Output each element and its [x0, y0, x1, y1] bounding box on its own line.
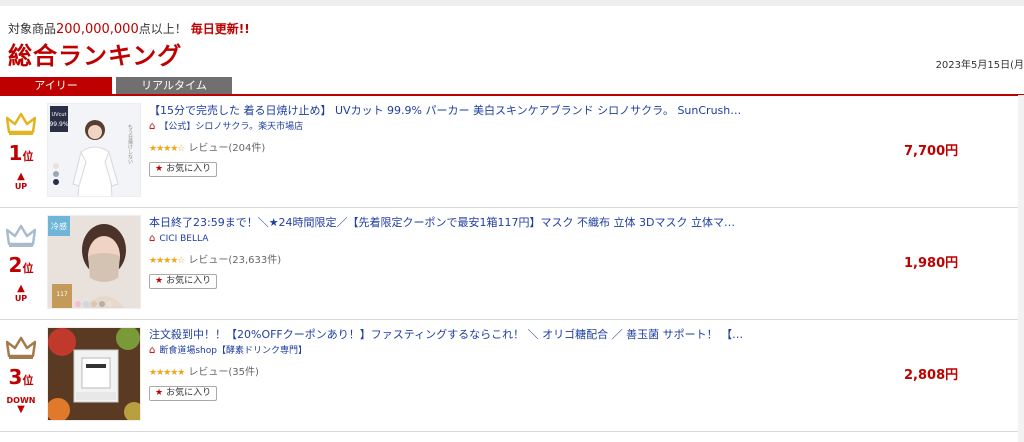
shop-link[interactable]: ⌂ 断食道場shop【酵素ドリンク専門】	[149, 344, 749, 358]
tagline-suffix: 点以上！	[138, 22, 187, 36]
star-rating-icon: ★★★★☆	[149, 256, 185, 266]
rank-block: 3位 DOWN ▼	[4, 336, 38, 415]
rank-number: 3位	[8, 365, 34, 389]
tagline-count: 200,000,000	[56, 22, 139, 37]
tagline-update: 毎日更新!!	[190, 22, 250, 36]
page-title: 総合ランキング	[8, 42, 183, 70]
trend-indicator: ▲ UP	[4, 283, 38, 304]
favorite-button[interactable]: ★ お気に入り	[149, 162, 218, 177]
product-name-link[interactable]: 本日終了23:59まで！＼★24時間限定／【先着限定クーポンで最安1箱117円】…	[149, 215, 744, 231]
product-info: 注文殺到中！！【20%OFFクーポンあり！】ファスティングするならこれ！ ＼ オ…	[149, 327, 749, 401]
up-arrow-icon: ▲	[17, 171, 25, 182]
silver-crown-icon	[6, 224, 36, 247]
shop-icon: ⌂	[149, 121, 156, 132]
shop-icon: ⌂	[149, 233, 156, 244]
ranking-date: 2023年5月15日(月	[935, 60, 1024, 71]
trend-indicator: ▲ UP	[4, 171, 38, 192]
product-price: 1,980円	[904, 256, 959, 271]
svg-text:117: 117	[56, 291, 68, 298]
review-summary[interactable]: ★★★★★ レビュー(35件)	[149, 366, 749, 380]
product-info: 本日終了23:59まで！＼★24時間限定／【先着限定クーポンで最安1箱117円】…	[149, 215, 749, 289]
rank-number: 1位	[8, 141, 34, 165]
bronze-crown-icon	[6, 336, 36, 359]
svg-text:もう日焼けしない: もう日焼けしない	[127, 124, 133, 164]
down-arrow-icon: ▼	[17, 404, 25, 415]
rank-block: 2位 ▲ UP	[4, 224, 38, 303]
shop-link[interactable]: ⌂ 【公式】シロノサクラ。楽天市場店	[149, 120, 749, 134]
star-icon: ★	[155, 388, 164, 398]
ranking-tabs: アイリー リアルタイム	[0, 74, 1024, 96]
review-summary[interactable]: ★★★★☆ レビュー(204件)	[149, 142, 749, 156]
tab-realtime[interactable]: リアルタイム	[116, 77, 232, 94]
tagline: 対象商品200,000,000点以上！ 毎日更新!!	[8, 20, 250, 37]
review-summary[interactable]: ★★★★☆ レビュー(23,633件)	[149, 254, 749, 268]
svg-text:99.9%: 99.9%	[49, 121, 68, 128]
star-icon: ★	[155, 164, 164, 174]
product-info: 【15分で完売した 着る日焼け止め】 UVカット 99.9% パーカー 美白スキ…	[149, 103, 749, 177]
shop-link[interactable]: ⌂ CICI BELLA	[149, 232, 749, 246]
shop-icon: ⌂	[149, 345, 156, 356]
star-rating-icon: ★★★★☆	[149, 144, 185, 154]
ranking-list: 1位 ▲ UP UVcut 99.9% もう日焼けしない 【15分で完売した 着る	[0, 96, 1024, 432]
ranking-item: 1位 ▲ UP UVcut 99.9% もう日焼けしない 【15分で完売した 着る	[0, 96, 1024, 208]
product-thumbnail[interactable]: 冷感 117	[47, 215, 141, 309]
product-thumbnail[interactable]	[47, 327, 141, 421]
product-price: 2,808円	[904, 368, 959, 383]
scrollbar-track[interactable]	[1018, 95, 1024, 442]
tagline-prefix: 対象商品	[8, 22, 57, 36]
svg-text:冷感: 冷感	[51, 221, 67, 231]
gold-crown-icon	[6, 112, 36, 135]
up-arrow-icon: ▲	[17, 283, 25, 294]
product-name-link[interactable]: 注文殺到中！！【20%OFFクーポンあり！】ファスティングするならこれ！ ＼ オ…	[149, 327, 744, 343]
rank-block: 1位 ▲ UP	[4, 112, 38, 191]
star-icon: ★	[155, 276, 164, 286]
rank-number: 2位	[8, 253, 34, 277]
ranking-header: 対象商品200,000,000点以上！ 毎日更新!! 総合ランキング 2023年5…	[0, 6, 1024, 71]
product-price: 7,700円	[904, 144, 959, 159]
product-name-link[interactable]: 【15分で完売した 着る日焼け止め】 UVカット 99.9% パーカー 美白スキ…	[149, 103, 744, 119]
favorite-button[interactable]: ★ お気に入り	[149, 386, 218, 401]
trend-indicator: DOWN ▼	[4, 396, 38, 415]
favorite-button[interactable]: ★ お気に入り	[149, 274, 218, 289]
svg-text:UVcut: UVcut	[52, 112, 67, 118]
product-thumbnail[interactable]: UVcut 99.9% もう日焼けしない	[47, 103, 141, 197]
tab-daily[interactable]: アイリー	[0, 77, 112, 94]
star-rating-icon: ★★★★★	[149, 368, 185, 378]
ranking-item: 3位 DOWN ▼ 注文殺到中！！【20%OFFクーポンあり！】ファスティングする…	[0, 320, 1024, 432]
ranking-item: 2位 ▲ UP 冷感 117 本日終了23:59まで！＼★24時間限定／【先着限…	[0, 208, 1024, 320]
